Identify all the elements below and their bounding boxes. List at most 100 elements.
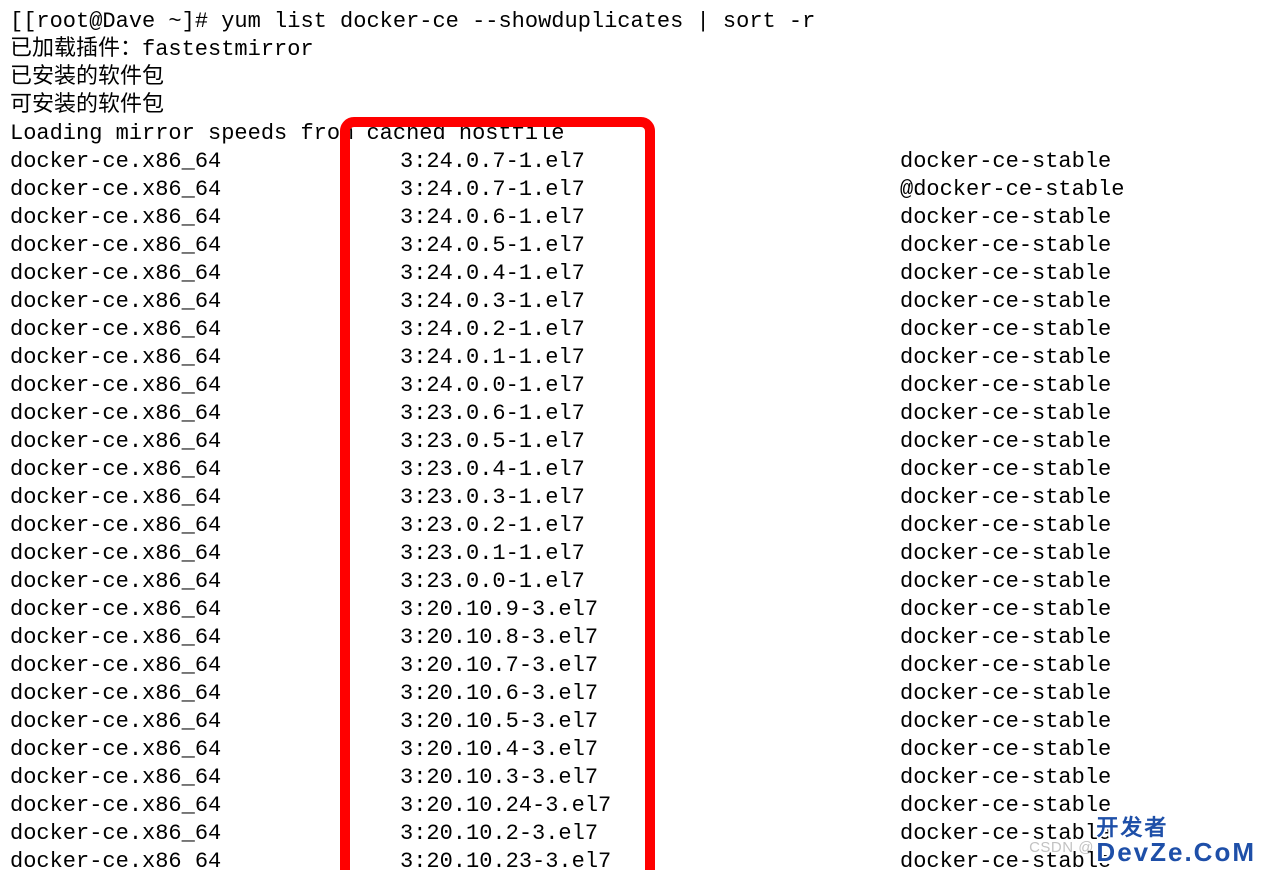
package-row: docker-ce.x86_643:24.0.3-1.el7docker-ce-…	[10, 288, 1254, 316]
package-version: 3:20.10.3-3.el7	[400, 764, 900, 792]
package-name: docker-ce.x86_64	[10, 736, 400, 764]
package-version: 3:23.0.6-1.el7	[400, 400, 900, 428]
package-row: docker-ce.x86_643:23.0.3-1.el7docker-ce-…	[10, 484, 1254, 512]
available-packages-header: 可安装的软件包	[10, 92, 1254, 120]
package-version: 3:20.10.9-3.el7	[400, 596, 900, 624]
package-row: docker-ce.x86_643:24.0.6-1.el7docker-ce-…	[10, 204, 1254, 232]
package-repo: docker-ce-stable	[900, 540, 1111, 568]
package-repo: docker-ce-stable	[900, 232, 1111, 260]
package-version: 3:20.10.2-3.el7	[400, 820, 900, 848]
package-row: docker-ce.x86_643:24.0.2-1.el7docker-ce-…	[10, 316, 1254, 344]
package-repo: docker-ce-stable	[900, 624, 1111, 652]
package-version: 3:20.10.6-3.el7	[400, 680, 900, 708]
package-row: docker-ce.x86_643:24.0.4-1.el7docker-ce-…	[10, 260, 1254, 288]
package-name: docker-ce.x86_64	[10, 596, 400, 624]
package-version: 3:20.10.4-3.el7	[400, 736, 900, 764]
package-row: docker-ce.x86_643:23.0.5-1.el7docker-ce-…	[10, 428, 1254, 456]
package-name: docker-ce.x86_64	[10, 260, 400, 288]
package-repo: docker-ce-stable	[900, 204, 1111, 232]
package-name: docker-ce.x86_64	[10, 820, 400, 848]
package-name: docker-ce.x86_64	[10, 344, 400, 372]
terminal-output: [[root@Dave ~]# yum list docker-ce --sho…	[0, 0, 1264, 870]
package-name: docker-ce.x86_64	[10, 148, 400, 176]
package-row: docker-ce.x86_643:23.0.1-1.el7docker-ce-…	[10, 540, 1254, 568]
package-version: 3:20.10.24-3.el7	[400, 792, 900, 820]
package-repo: docker-ce-stable	[900, 288, 1111, 316]
package-version: 3:23.0.0-1.el7	[400, 568, 900, 596]
package-name: docker-ce.x86_64	[10, 456, 400, 484]
package-repo: docker-ce-stable	[900, 848, 1111, 870]
package-name: docker-ce.x86_64	[10, 680, 400, 708]
package-name: docker-ce.x86_64	[10, 372, 400, 400]
loading-mirror-line: Loading mirror speeds from cached hostfi…	[10, 120, 1254, 148]
package-version: 3:24.0.3-1.el7	[400, 288, 900, 316]
package-name: docker-ce.x86_64	[10, 316, 400, 344]
package-repo: docker-ce-stable	[900, 400, 1111, 428]
package-repo: docker-ce-stable	[900, 736, 1111, 764]
package-repo: docker-ce-stable	[900, 456, 1111, 484]
package-name: docker-ce.x86_64	[10, 568, 400, 596]
package-version: 3:23.0.2-1.el7	[400, 512, 900, 540]
package-version: 3:24.0.5-1.el7	[400, 232, 900, 260]
package-row: docker-ce.x86_643:20.10.24-3.el7docker-c…	[10, 792, 1254, 820]
package-row: docker-ce.x86_643:23.0.4-1.el7docker-ce-…	[10, 456, 1254, 484]
package-version: 3:24.0.6-1.el7	[400, 204, 900, 232]
package-list: docker-ce.x86_643:24.0.7-1.el7docker-ce-…	[10, 148, 1254, 870]
package-name: docker-ce.x86_64	[10, 288, 400, 316]
plugins-loaded-line: 已加载插件：fastestmirror	[10, 36, 1254, 64]
package-name: docker-ce.x86_64	[10, 624, 400, 652]
package-row: docker-ce.x86_643:24.0.7-1.el7@docker-ce…	[10, 176, 1254, 204]
package-repo: docker-ce-stable	[900, 652, 1111, 680]
package-version: 3:20.10.5-3.el7	[400, 708, 900, 736]
package-name: docker-ce.x86_64	[10, 232, 400, 260]
package-row: docker-ce.x86_643:20.10.4-3.el7docker-ce…	[10, 736, 1254, 764]
package-repo: docker-ce-stable	[900, 260, 1111, 288]
package-version: 3:24.0.7-1.el7	[400, 148, 900, 176]
package-repo: docker-ce-stable	[900, 568, 1111, 596]
package-row: docker-ce.x86_643:20.10.6-3.el7docker-ce…	[10, 680, 1254, 708]
package-name: docker-ce.x86_64	[10, 764, 400, 792]
package-version: 3:24.0.1-1.el7	[400, 344, 900, 372]
package-row: docker-ce.x86_643:20.10.8-3.el7docker-ce…	[10, 624, 1254, 652]
package-version: 3:23.0.3-1.el7	[400, 484, 900, 512]
package-repo: docker-ce-stable	[900, 316, 1111, 344]
package-version: 3:23.0.1-1.el7	[400, 540, 900, 568]
package-name: docker-ce.x86 64	[10, 848, 400, 870]
package-version: 3:24.0.4-1.el7	[400, 260, 900, 288]
package-version: 3:20.10.7-3.el7	[400, 652, 900, 680]
package-repo: docker-ce-stable	[900, 596, 1111, 624]
package-row: docker-ce.x86_643:20.10.9-3.el7docker-ce…	[10, 596, 1254, 624]
package-row: docker-ce.x86_643:20.10.7-3.el7docker-ce…	[10, 652, 1254, 680]
package-version: 3:20.10.8-3.el7	[400, 624, 900, 652]
package-repo: docker-ce-stable	[900, 372, 1111, 400]
package-name: docker-ce.x86_64	[10, 400, 400, 428]
package-row: docker-ce.x86_643:23.0.0-1.el7docker-ce-…	[10, 568, 1254, 596]
package-repo: @docker-ce-stable	[900, 176, 1124, 204]
package-row: docker-ce.x86_643:20.10.5-3.el7docker-ce…	[10, 708, 1254, 736]
command-prompt-line: [[root@Dave ~]# yum list docker-ce --sho…	[10, 8, 1254, 36]
package-name: docker-ce.x86_64	[10, 428, 400, 456]
package-name: docker-ce.x86_64	[10, 540, 400, 568]
package-row: docker-ce.x86_643:20.10.3-3.el7docker-ce…	[10, 764, 1254, 792]
package-version: 3:24.0.2-1.el7	[400, 316, 900, 344]
package-repo: docker-ce-stable	[900, 680, 1111, 708]
package-name: docker-ce.x86_64	[10, 204, 400, 232]
package-row: docker-ce.x86_643:24.0.7-1.el7docker-ce-…	[10, 148, 1254, 176]
package-repo: docker-ce-stable	[900, 792, 1111, 820]
package-row: docker-ce.x86_643:23.0.6-1.el7docker-ce-…	[10, 400, 1254, 428]
package-row: docker-ce.x86_643:24.0.5-1.el7docker-ce-…	[10, 232, 1254, 260]
package-row: docker-ce.x86 643:20.10.23-3.el7docker-c…	[10, 848, 1254, 870]
package-repo: docker-ce-stable	[900, 428, 1111, 456]
package-version: 3:24.0.7-1.el7	[400, 176, 900, 204]
package-repo: docker-ce-stable	[900, 708, 1111, 736]
package-repo: docker-ce-stable	[900, 344, 1111, 372]
package-version: 3:23.0.4-1.el7	[400, 456, 900, 484]
package-name: docker-ce.x86_64	[10, 708, 400, 736]
package-name: docker-ce.x86_64	[10, 484, 400, 512]
package-repo: docker-ce-stable	[900, 484, 1111, 512]
installed-packages-header: 已安装的软件包	[10, 64, 1254, 92]
package-name: docker-ce.x86_64	[10, 792, 400, 820]
package-repo: docker-ce-stable	[900, 820, 1111, 848]
package-repo: docker-ce-stable	[900, 148, 1111, 176]
package-version: 3:23.0.5-1.el7	[400, 428, 900, 456]
